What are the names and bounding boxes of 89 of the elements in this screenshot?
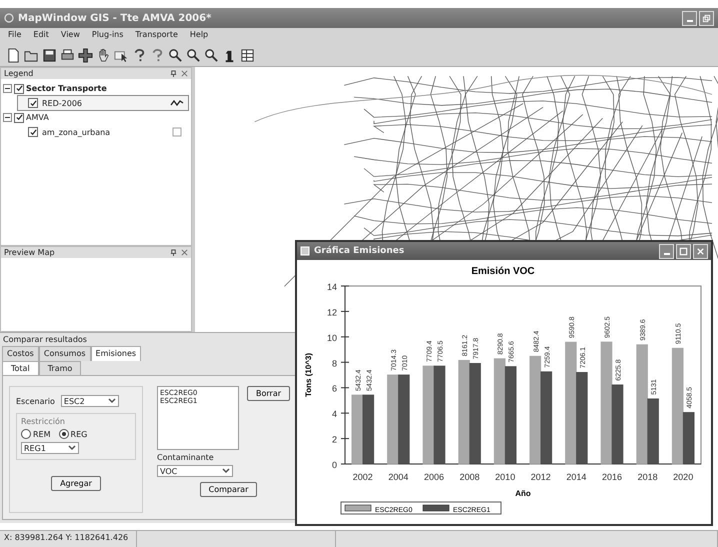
tab[interactable]: Consumos <box>38 346 91 361</box>
layer-row[interactable]: am_zona_urbana <box>17 124 189 140</box>
polygon-symbol-icon <box>170 127 184 137</box>
y-tick-label: 12 <box>326 307 337 318</box>
new-file-icon[interactable] <box>6 48 21 62</box>
question-icon[interactable] <box>132 48 147 62</box>
x-tick-label: 2006 <box>424 472 444 482</box>
close-icon[interactable] <box>181 70 188 77</box>
tab[interactable]: Total <box>2 361 39 375</box>
y-axis-title: Tons (10^3) <box>304 352 313 398</box>
panel-title: Legend <box>4 69 34 78</box>
close-icon <box>696 246 705 256</box>
add-button[interactable]: Agregar <box>51 476 101 491</box>
y-tick-label: 10 <box>326 332 337 343</box>
tab[interactable]: Emisiones <box>90 346 142 361</box>
escenario-dropdown[interactable]: ESC2 <box>60 395 119 407</box>
x-tick-label: 2018 <box>638 472 658 482</box>
x-tick-label: 2004 <box>388 472 408 482</box>
checkbox[interactable] <box>14 112 24 122</box>
restore-icon <box>702 14 711 22</box>
region-dropdown[interactable]: REG1 <box>21 442 79 454</box>
legend-swatch <box>344 504 372 512</box>
group-name[interactable]: Sector Transporte <box>26 84 107 93</box>
zoom-out-icon[interactable] <box>186 48 201 62</box>
layer-row[interactable]: RED-2006 <box>17 95 189 111</box>
minimize-button[interactable] <box>659 244 674 258</box>
checkbox[interactable] <box>14 84 24 94</box>
x-axis-title: Año <box>515 489 531 498</box>
minimize-icon <box>686 20 692 22</box>
save-icon[interactable] <box>42 48 57 62</box>
checkbox[interactable] <box>28 127 38 137</box>
y-tick-label: 0 <box>332 460 337 470</box>
group-label: Restricción <box>21 417 66 426</box>
y-tick-label: 8 <box>332 358 337 368</box>
minimize-icon <box>664 252 670 254</box>
coordinates-text: X: 839981.264 Y: 1182641.426 <box>0 531 137 547</box>
minimize-button[interactable] <box>682 10 697 26</box>
pollutant-dropdown[interactable]: VOC <box>157 465 233 477</box>
restore-button[interactable] <box>699 10 714 26</box>
panel-title: Preview Map <box>4 248 55 258</box>
field-label: Contaminante <box>157 453 214 462</box>
checkbox[interactable] <box>28 98 38 108</box>
layer-name: am_zona_urbana <box>42 128 112 136</box>
compare-button[interactable]: Comparar <box>200 482 258 497</box>
panel-title: Comparar resultados <box>2 334 88 346</box>
delete-button[interactable]: Borrar <box>247 386 290 401</box>
x-tick-label: 2014 <box>566 472 586 482</box>
chart-window-icon <box>300 246 310 256</box>
add-layer-icon[interactable] <box>78 48 93 62</box>
y-tick-label: 4 <box>332 409 337 420</box>
x-tick-label: 2008 <box>460 472 480 482</box>
field-label: Escenario <box>16 396 55 406</box>
menu-item[interactable]: Help <box>190 30 208 42</box>
radio-option[interactable]: REG <box>58 429 88 439</box>
x-tick-label: 2020 <box>673 472 694 482</box>
maximize-button[interactable] <box>676 244 691 258</box>
tab[interactable]: Tramo <box>38 361 82 375</box>
expand-toggle[interactable] <box>3 113 12 122</box>
close-icon[interactable] <box>181 249 188 256</box>
menu-item[interactable]: Plug-ins <box>92 30 124 42</box>
y-tick-label: 14 <box>326 282 337 292</box>
table-icon[interactable] <box>240 48 255 62</box>
legend-swatch <box>422 504 450 512</box>
x-tick-label: 2012 <box>530 472 551 482</box>
x-tick-label: 2010 <box>495 472 516 482</box>
line-symbol-icon <box>170 98 184 108</box>
expand-toggle[interactable] <box>3 84 12 93</box>
x-tick-label: 2002 <box>352 472 373 482</box>
window-title: Gráfica Emisiones <box>314 246 404 256</box>
menu-item[interactable]: Edit <box>33 30 49 42</box>
zoom-in-icon[interactable] <box>168 48 183 62</box>
menu-item[interactable]: File <box>8 30 22 42</box>
radio-option[interactable]: REM <box>21 429 51 439</box>
layer-name: RED-2006 <box>42 98 84 108</box>
zoom-icon[interactable] <box>204 48 219 62</box>
x-tick-label: 2016 <box>602 472 622 482</box>
close-button[interactable] <box>693 244 708 258</box>
menu-item[interactable]: View <box>60 30 80 42</box>
y-tick-label: 6 <box>332 384 337 394</box>
pin-icon[interactable] <box>170 249 177 256</box>
pin-icon[interactable] <box>170 70 177 77</box>
group-name[interactable]: AMVA <box>26 113 49 122</box>
menu-item[interactable]: Transporte <box>135 30 178 42</box>
print-icon[interactable] <box>60 48 75 62</box>
y-tick-label: 2 <box>332 434 337 445</box>
chart-title: Emisión VOC <box>471 266 535 277</box>
maximize-icon <box>679 246 688 256</box>
window-title: MapWindow GIS - Tte AMVA 2006* <box>18 12 212 24</box>
tab[interactable]: Costos <box>2 346 39 361</box>
